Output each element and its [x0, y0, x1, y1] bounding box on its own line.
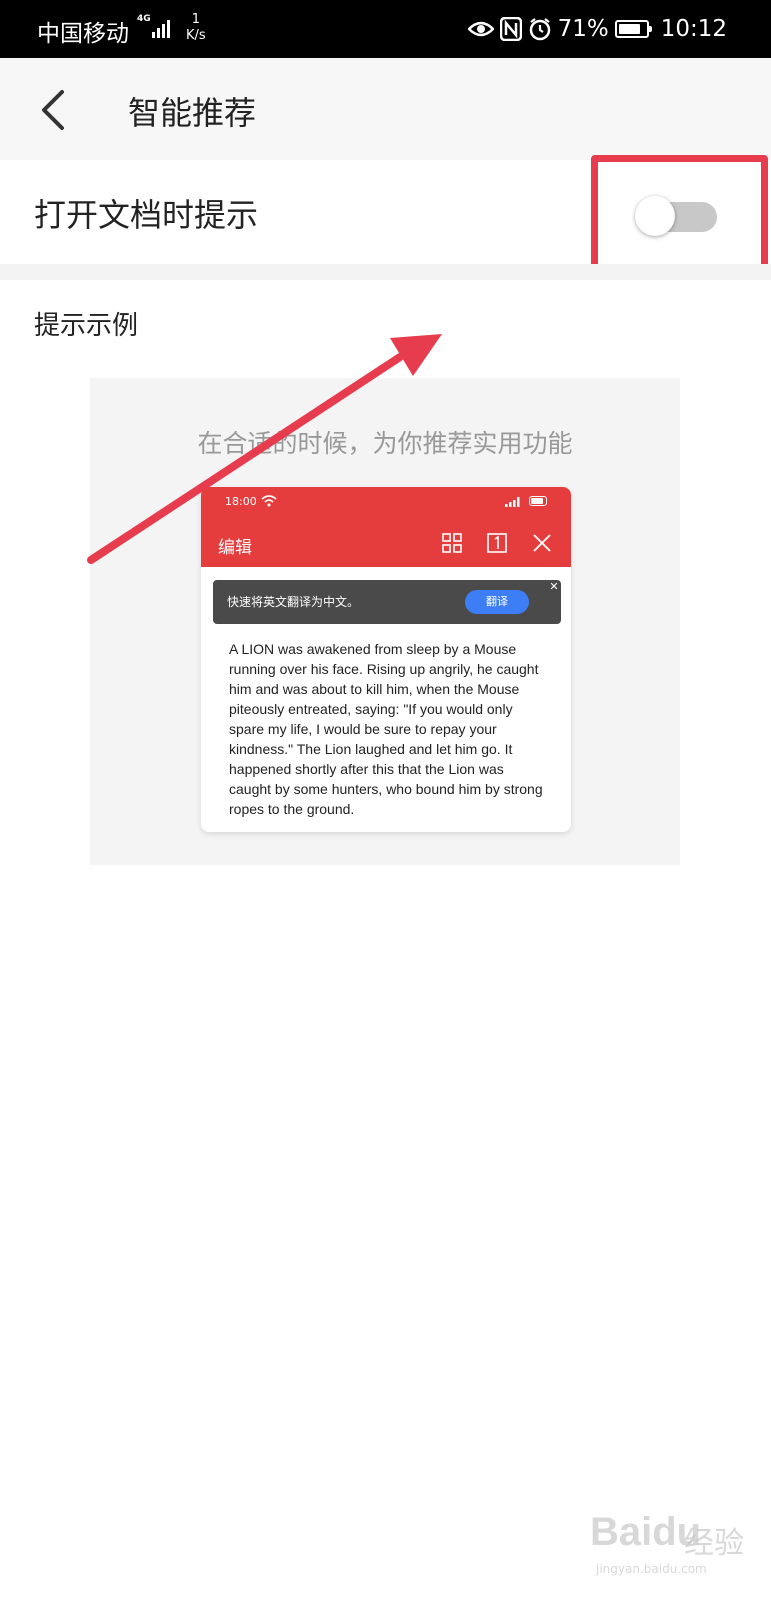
- close-icon: [533, 534, 551, 552]
- section-title: 提示示例: [34, 311, 139, 341]
- carrier-name: 中国移动: [37, 21, 129, 47]
- example-edit-label: 编辑: [218, 538, 252, 558]
- annotation-highlight-box: [591, 155, 768, 274]
- signal-icon: [152, 20, 170, 38]
- clock-time: 10:12: [660, 16, 727, 42]
- eye-comfort-icon: [467, 21, 494, 37]
- battery-icon: [614, 20, 652, 38]
- baidu-jingyan-watermark: Baidu 经验 jingyan.baidu.com: [590, 1510, 760, 1576]
- network-speed-value: 1: [191, 12, 200, 27]
- back-arrow-icon[interactable]: [34, 82, 74, 138]
- section-divider: [0, 264, 771, 280]
- status-icons: 71% 10:12: [467, 14, 727, 44]
- tip-text: 快速将英文翻译为中文。: [227, 595, 360, 609]
- app-header: 智能推荐: [0, 58, 771, 161]
- example-doc-body: A LION was awakened from sleep by a Mous…: [229, 641, 543, 817]
- grid-icon: [442, 533, 462, 553]
- network-speed-unit: K/s: [186, 28, 206, 43]
- preview-caption: 在合适的时候，为你推荐实用功能: [197, 429, 573, 458]
- tip-example-preview: 在合适的时候，为你推荐实用功能 18:00 编辑 A LION was awak…: [90, 378, 680, 865]
- watermark-jingyan: 经验: [684, 1526, 744, 1561]
- translate-button: 翻译: [465, 590, 529, 614]
- status-bar: 中国移动 4G 1 K/s 71% 10:12: [0, 0, 771, 58]
- network-type: 4G: [137, 14, 151, 24]
- example-phone-time: 18:00: [225, 495, 257, 508]
- page-title: 智能推荐: [128, 94, 257, 132]
- network-speed: 1 K/s: [186, 12, 206, 44]
- signal-icon: [505, 497, 520, 507]
- page-number-icon: [487, 533, 507, 553]
- battery-icon: [529, 496, 547, 506]
- example-phone-header: 18:00 编辑: [201, 487, 571, 567]
- example-phone-screen: 18:00 编辑 A LION was awakened from sleep …: [201, 487, 571, 832]
- setting-label: 打开文档时提示: [34, 196, 259, 234]
- nfc-icon: [499, 17, 522, 41]
- watermark-domain: jingyan.baidu.com: [596, 1562, 707, 1576]
- translate-tip-bar: 快速将英文翻译为中文。 翻译 ✕: [213, 580, 561, 624]
- close-icon: ✕: [549, 580, 559, 593]
- wifi-icon: [261, 495, 277, 507]
- alarm-icon: [529, 18, 550, 41]
- battery-percent: 71%: [557, 16, 609, 42]
